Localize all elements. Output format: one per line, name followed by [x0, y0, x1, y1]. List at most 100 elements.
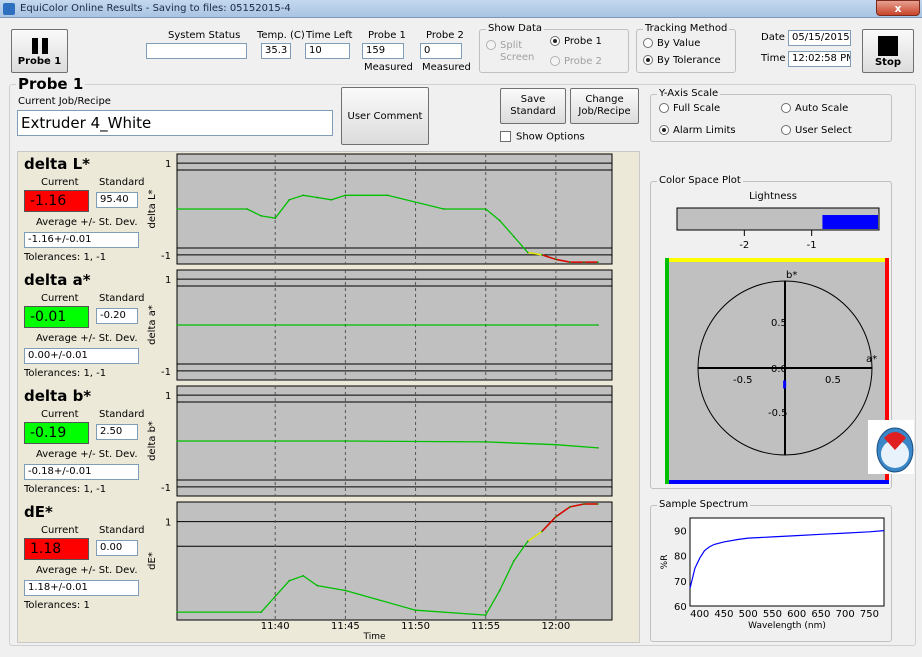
- lightness-bar-fill: [822, 215, 878, 229]
- user-comment-button[interactable]: User Comment: [341, 87, 429, 145]
- data-point: [484, 614, 487, 616]
- by-tolerance-option[interactable]: By Tolerance: [643, 55, 721, 66]
- standard-label: Standard: [99, 293, 145, 304]
- alarm-limits-radio[interactable]: [659, 125, 669, 135]
- spectrum-ytick: 70: [674, 577, 687, 588]
- system-status-label: System Status: [168, 30, 241, 41]
- by-value-radio[interactable]: [643, 38, 653, 48]
- temp-field: 35.3: [261, 43, 291, 59]
- alarm-limits-option[interactable]: Alarm Limits: [659, 125, 736, 136]
- show-probe2-label: Probe 2: [564, 56, 602, 67]
- show-probe1-option[interactable]: Probe 1: [550, 36, 602, 47]
- spectrum-plot: 90 80 70 60400 450 500 550 600 650 700 750 Waveleng…: [660, 517, 885, 631]
- stop-button[interactable]: Stop: [862, 29, 914, 73]
- metric-title: dE*: [24, 503, 53, 521]
- data-point: [597, 503, 599, 505]
- data-point: [176, 611, 178, 613]
- lightness-label: Lightness: [749, 191, 797, 202]
- time-axis-label: Time: [362, 632, 385, 642]
- show-probe2-radio[interactable]: [550, 56, 560, 66]
- probe2-measured-label: Measured: [422, 62, 471, 73]
- job-field[interactable]: Extruder 4_White: [17, 110, 333, 136]
- data-point: [555, 258, 557, 261]
- show-data-group: Show Data Split Screen Probe 1 Probe 2: [479, 23, 629, 73]
- ytick-label: 1: [165, 159, 171, 170]
- data-point: [555, 443, 557, 446]
- b-tick-neg: -0.5: [768, 408, 788, 419]
- save-standard-label: Save Standard: [510, 94, 556, 117]
- standard-label: Standard: [99, 525, 145, 536]
- auto-scale-option[interactable]: Auto Scale: [781, 103, 848, 114]
- spectrum-plot-area: [689, 517, 885, 607]
- ytick-label: 1: [165, 275, 171, 286]
- show-options-box[interactable]: [500, 131, 511, 142]
- ylabel: delta L*: [147, 189, 158, 228]
- current-value: 1.18: [24, 538, 89, 560]
- current-label: Current: [41, 293, 79, 304]
- user-select-option[interactable]: User Select: [781, 125, 852, 136]
- ylabel: delta a*: [147, 305, 158, 345]
- data-point: [484, 441, 487, 443]
- show-options-checkbox[interactable]: Show Options: [500, 131, 585, 143]
- current-value: -1.16: [24, 190, 89, 212]
- full-scale-radio[interactable]: [659, 103, 669, 113]
- auto-scale-radio[interactable]: [781, 103, 791, 113]
- data-point: [541, 530, 543, 533]
- by-value-option[interactable]: By Value: [643, 38, 700, 49]
- change-job-button[interactable]: Change Job/Recipe: [570, 88, 639, 124]
- current-label: Current: [41, 409, 79, 420]
- spectrum-xtick: 600: [787, 609, 806, 620]
- time-tick-label: 11:55: [471, 621, 500, 632]
- split-screen-option[interactable]: Split Screen: [486, 40, 540, 64]
- standard-value: 0.00: [96, 540, 138, 556]
- user-select-radio[interactable]: [781, 125, 791, 135]
- spectrum-xtick: 650: [811, 609, 830, 620]
- tolerances-text: Tolerances: 1, -1: [24, 368, 107, 379]
- show-probe2-option[interactable]: Probe 2: [550, 56, 602, 67]
- trend-chart-0: 1 -1 delta L*: [147, 153, 613, 265]
- show-probe1-radio[interactable]: [550, 36, 560, 46]
- time-tick-label: 11:40: [261, 621, 290, 632]
- ylabel: delta b*: [147, 421, 158, 461]
- data-point: [597, 447, 599, 449]
- probe-button-label: Probe 1: [17, 55, 62, 67]
- split-screen-radio[interactable]: [486, 40, 496, 50]
- standard-label: Standard: [99, 177, 145, 188]
- full-scale-option[interactable]: Full Scale: [659, 103, 720, 114]
- save-standard-button[interactable]: Save Standard: [500, 88, 566, 124]
- data-point: [288, 199, 291, 201]
- spectrum-xtick: 550: [763, 609, 782, 620]
- spectrum-xtick: 700: [836, 609, 855, 620]
- center-label: 0.0: [771, 364, 787, 375]
- probe-pause-button[interactable]: Probe 1: [11, 29, 68, 73]
- metric-title: delta L*: [24, 155, 90, 173]
- time-left-label: Time Left: [306, 30, 353, 41]
- average-value: 1.18+/-0.01: [24, 580, 139, 596]
- data-point: [498, 589, 501, 592]
- time-label: Time: [761, 53, 786, 64]
- data-point: [330, 199, 333, 201]
- standard-value: -0.20: [96, 308, 138, 324]
- data-point: [527, 251, 529, 254]
- average-label: Average +/- St. Dev.: [36, 333, 138, 344]
- average-label: Average +/- St. Dev.: [36, 217, 138, 228]
- close-button[interactable]: x: [876, 0, 920, 16]
- trend-charts: 1 -1 delta L* 1 -1 delta a* 1 -1 delta b* 1 dE* 11:…: [147, 153, 613, 642]
- spectrum-xlabel: Wavelength (nm): [748, 621, 826, 631]
- data-point: [555, 515, 557, 518]
- spectrum-ytick: 90: [674, 527, 687, 538]
- data-point: [176, 440, 178, 442]
- time-field: 12:02:58 PM: [788, 51, 851, 67]
- tolerances-text: Tolerances: 1, -1: [24, 484, 107, 495]
- by-tolerance-radio[interactable]: [643, 55, 653, 65]
- average-label: Average +/- St. Dev.: [36, 449, 138, 460]
- a-tick-pos: 0.5: [825, 375, 841, 386]
- data-point: [274, 217, 277, 219]
- data-point: [260, 611, 262, 613]
- data-point: [288, 579, 291, 582]
- data-point: [512, 560, 515, 562]
- data-point: [512, 235, 515, 238]
- tolerances-text: Tolerances: 1, -1: [24, 252, 107, 263]
- tracking-method-group: Tracking Method By Value By Tolerance: [636, 23, 736, 73]
- color-space-title: Color Space Plot: [657, 175, 743, 186]
